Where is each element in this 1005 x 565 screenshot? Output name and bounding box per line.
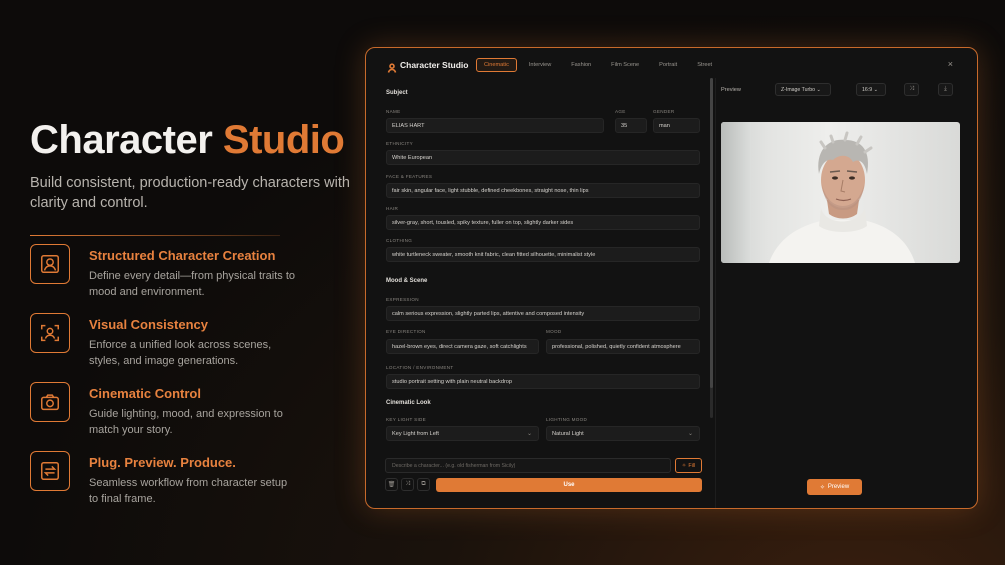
copy-icon[interactable]: ⧉ xyxy=(417,478,430,491)
titlebar: Character Studio Cinematic Interview Fas… xyxy=(366,48,977,82)
key-light-select[interactable]: Key Light from Left ⌄ xyxy=(386,426,539,441)
feature-title: Plug. Preview. Produce. xyxy=(89,455,236,470)
hero-title: Character Studio xyxy=(30,118,360,163)
style-tabs: Cinematic Interview Fashion Film Scene P… xyxy=(476,58,720,72)
portrait-image xyxy=(721,122,960,263)
tab-fashion[interactable]: Fashion xyxy=(563,58,599,72)
name-field[interactable]: ELIAS HART xyxy=(386,118,604,133)
face-field[interactable]: fair skin, angular face, light stubble, … xyxy=(386,183,700,198)
feature-desc: Guide lighting, mood, and expression to … xyxy=(89,408,283,436)
gender-label: GENDER xyxy=(653,109,675,114)
clothing-field[interactable]: white turtleneck sweater, smooth knit fa… xyxy=(386,247,700,262)
feature-consistency: Visual Consistency Enforce a unified loo… xyxy=(30,313,299,369)
aspect-value: 16:9 xyxy=(862,87,873,93)
person-icon xyxy=(30,244,70,284)
fill-label: Fill xyxy=(688,462,696,469)
tab-portrait[interactable]: Portrait xyxy=(651,58,685,72)
feature-desc: Seamless workflow from character setup t… xyxy=(89,477,288,505)
lighting-mood-value: Natural Light xyxy=(552,431,584,437)
hair-label: HAIR xyxy=(386,206,399,211)
shuffle-icon[interactable]: ⤨ xyxy=(401,478,414,491)
describe-input[interactable]: Describe a character... (e.g. old fisher… xyxy=(385,458,671,473)
camera-icon xyxy=(30,382,70,422)
chevron-down-icon: ⌄ xyxy=(816,87,821,93)
shuffle-icon[interactable]: ⤨ xyxy=(904,83,919,96)
person-icon xyxy=(387,60,397,73)
scrollbar-thumb[interactable] xyxy=(710,78,713,388)
eye-direction-field[interactable]: hazel-brown eyes, direct camera gaze, so… xyxy=(386,339,539,354)
face-label: FACE & FEATURES xyxy=(386,174,433,179)
model-select[interactable]: Z-Image Turbo ⌄ xyxy=(775,83,831,96)
trash-icon[interactable]: 🗑 xyxy=(385,478,398,491)
form-pane: Subject NAME ELIAS HART AGE 35 GENDER ma… xyxy=(379,82,712,458)
location-label: LOCATION / ENVIRONMENT xyxy=(386,365,454,370)
close-icon[interactable]: × xyxy=(948,59,953,69)
tab-interview[interactable]: Interview xyxy=(521,58,559,72)
key-light-value: Key Light from Left xyxy=(392,431,439,437)
feature-title: Cinematic Control xyxy=(89,386,201,401)
hair-field[interactable]: silver-gray, short, tousled, spiky textu… xyxy=(386,215,700,230)
lighting-mood-select[interactable]: Natural Light ⌄ xyxy=(546,426,700,441)
clothing-label: CLOTHING xyxy=(386,238,413,243)
model-value: Z-Image Turbo xyxy=(781,87,816,93)
expression-label: EXPRESSION xyxy=(386,297,419,302)
feature-workflow: Plug. Preview. Produce. Seamless workflo… xyxy=(30,451,299,507)
location-field[interactable]: studio portrait setting with plain neutr… xyxy=(386,374,700,389)
app-window: Character Studio Cinematic Interview Fas… xyxy=(365,47,978,509)
feature-title: Structured Character Creation xyxy=(89,248,276,263)
download-icon[interactable]: ⤓ xyxy=(938,83,953,96)
face-scan-icon xyxy=(30,313,70,353)
portrait-figure xyxy=(769,131,915,263)
tab-cinematic[interactable]: Cinematic xyxy=(476,58,517,72)
section-subject: Subject xyxy=(386,90,408,96)
chevron-down-icon: ⌄ xyxy=(526,431,532,437)
hero-title-main: Character xyxy=(30,118,213,162)
swap-arrows-icon xyxy=(30,451,70,491)
feature-title: Visual Consistency xyxy=(89,317,208,332)
ethnicity-label: ETHNICITY xyxy=(386,141,413,146)
pane-divider xyxy=(715,78,716,508)
preview-button[interactable]: ✧ Preview xyxy=(807,479,862,495)
name-label: NAME xyxy=(386,109,401,114)
expression-field[interactable]: calm serious expression, slightly parted… xyxy=(386,306,700,321)
key-light-label: KEY LIGHT SIDE xyxy=(386,417,427,422)
hero: Character Studio Build consistent, produ… xyxy=(30,118,360,236)
preview-label: Preview xyxy=(721,87,741,93)
sparkle-icon: ✧ xyxy=(819,484,825,491)
aspect-select[interactable]: 16:9 ⌄ xyxy=(856,83,886,96)
feature-structured: Structured Character Creation Define eve… xyxy=(30,244,299,300)
preview-button-label: Preview xyxy=(827,484,850,490)
sparkle-icon: ✧ xyxy=(681,462,687,469)
age-field[interactable]: 35 xyxy=(615,118,647,133)
hero-divider xyxy=(30,235,280,236)
age-label: AGE xyxy=(615,109,626,114)
mood-field[interactable]: professional, polished, quietly confiden… xyxy=(546,339,700,354)
section-mood-scene: Mood & Scene xyxy=(386,278,428,284)
use-button[interactable]: Use xyxy=(436,478,702,492)
form-scrollbar[interactable] xyxy=(710,78,713,418)
hero-subtitle: Build consistent, production-ready chara… xyxy=(30,175,350,211)
fill-button[interactable]: ✧ Fill xyxy=(675,458,702,473)
tab-film-scene[interactable]: Film Scene xyxy=(603,58,647,72)
ethnicity-field[interactable]: White European xyxy=(386,150,700,165)
eye-direction-label: EYE DIRECTION xyxy=(386,329,426,334)
gender-field[interactable]: man xyxy=(653,118,700,133)
chevron-down-icon: ⌄ xyxy=(873,87,878,93)
feature-desc: Define every detail—from physical traits… xyxy=(89,270,296,298)
section-cinematic-look: Cinematic Look xyxy=(386,400,431,406)
hero-title-accent: Studio xyxy=(222,118,345,162)
feature-cinematic: Cinematic Control Guide lighting, mood, … xyxy=(30,382,299,438)
app-title: Character Studio xyxy=(400,60,469,70)
chevron-down-icon: ⌄ xyxy=(687,431,693,437)
lighting-mood-label: LIGHTING MOOD xyxy=(546,417,588,422)
mood-label: MOOD xyxy=(546,329,562,334)
feature-desc: Enforce a unified look across scenes, st… xyxy=(89,339,272,367)
tab-street[interactable]: Street xyxy=(689,58,720,72)
